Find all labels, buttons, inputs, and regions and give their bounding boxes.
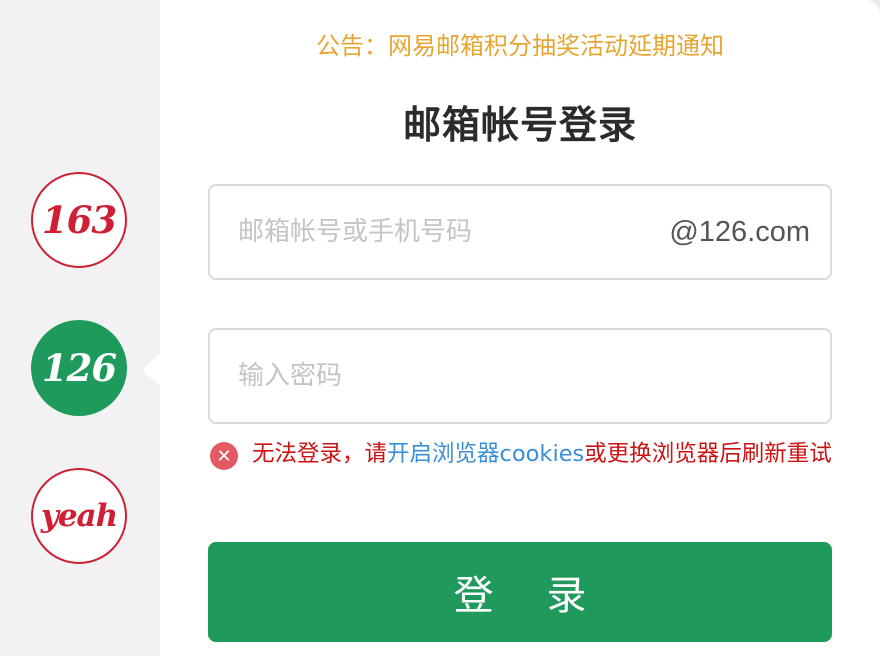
- error-text: 无法登录，请开启浏览器cookies或更换浏览器后刷新重试: [252, 438, 832, 471]
- account-input[interactable]: [238, 210, 638, 254]
- active-tab-pointer: [142, 354, 160, 386]
- brand-163-label: 163: [41, 198, 117, 242]
- panel-corner: [866, 0, 880, 14]
- error-suffix: 或更换浏览器后刷新重试: [584, 441, 832, 467]
- brand-yeah-tab[interactable]: yeah: [31, 468, 127, 564]
- announcement-link[interactable]: 公告：网易邮箱积分抽奖活动延期通知: [160, 26, 880, 61]
- brand-126-tab[interactable]: 126: [31, 320, 127, 416]
- page-title: 邮箱帐号登录: [402, 102, 637, 147]
- brand-163-tab[interactable]: 163: [31, 172, 127, 268]
- account-field: @126.com: [208, 184, 832, 280]
- brand-126-label: 126: [41, 346, 117, 390]
- domain-suffix: @126.com: [669, 216, 810, 248]
- enable-cookies-link[interactable]: 开启浏览器cookies: [387, 441, 584, 467]
- error-message: ✕ 无法登录，请开启浏览器cookies或更换浏览器后刷新重试: [208, 438, 832, 508]
- error-prefix: 无法登录，请: [252, 441, 388, 467]
- password-field: [208, 328, 832, 424]
- login-button[interactable]: 登 录: [208, 542, 832, 642]
- brand-yeah-label: yeah: [40, 498, 118, 534]
- brand-sidebar: 163 126 yeah: [0, 0, 160, 656]
- error-close-icon: ✕: [210, 442, 238, 470]
- password-input[interactable]: [238, 354, 798, 398]
